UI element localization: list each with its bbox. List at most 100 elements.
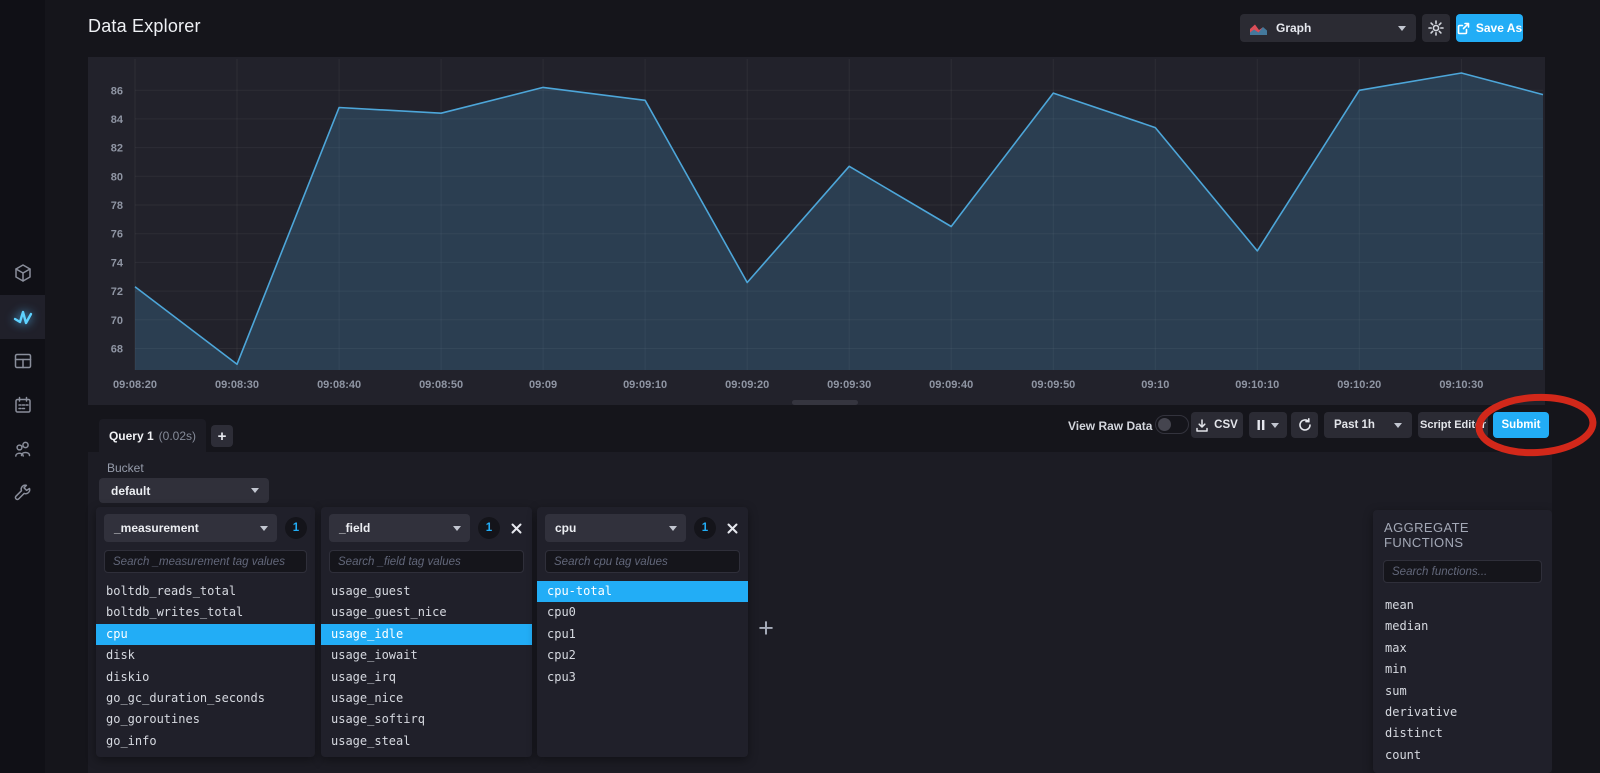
sidebar-item-data-explorer[interactable] [0,295,45,339]
wrench-icon [14,484,30,501]
svg-text:68: 68 [111,344,123,356]
tag-value-search-input[interactable] [545,550,740,573]
tag-value-boltdb_writes_total[interactable]: boltdb_writes_total [96,602,315,623]
csv-download-button[interactable]: CSV [1191,412,1243,438]
tag-key-label: cpu [555,521,577,535]
close-icon[interactable] [724,520,740,536]
function-max[interactable]: max [1383,638,1542,659]
tag-value-usage_guest_nice[interactable]: usage_guest_nice [321,602,532,623]
export-icon [1457,22,1470,34]
svg-text:09:10: 09:10 [1141,379,1169,391]
function-median[interactable]: median [1383,616,1542,637]
function-derivative[interactable]: derivative [1383,702,1542,723]
tag-value-usage_nice[interactable]: usage_nice [321,688,532,709]
svg-text:09:09:40: 09:09:40 [929,379,973,391]
function-mean[interactable]: mean [1383,595,1542,616]
selected-count-badge: 1 [694,517,716,539]
tag-value-cpu[interactable]: cpu [96,623,315,646]
tag-value-cpu2[interactable]: cpu2 [537,645,748,666]
tag-key-dropdown[interactable]: _measurement [104,514,277,542]
aggregate-functions-title: AGGREGATE FUNCTIONS [1384,520,1469,550]
function-distinct[interactable]: distinct [1383,723,1542,744]
tag-key-dropdown[interactable]: _field [329,514,470,542]
bucket-dropdown[interactable]: default [99,478,269,503]
tag-value-usage_steal[interactable]: usage_steal [321,731,532,752]
svg-text:70: 70 [111,315,123,327]
aggregate-functions-panel: AGGREGATE FUNCTIONS meanmedianmaxminsumd… [1373,510,1552,773]
dashboard-grid-icon [14,353,31,369]
tag-value-cpu1[interactable]: cpu1 [537,624,748,645]
svg-text:09:08:20: 09:08:20 [113,379,157,391]
save-as-label: Save As [1475,21,1523,35]
view-raw-data-toggle[interactable] [1155,415,1189,434]
chevron-down-icon [453,525,461,531]
aggregate-functions-list: mean median max min sum derivative distinct cou… [1383,595,1542,766]
tag-value-usage_iowait[interactable]: usage_iowait [321,645,532,666]
visualization-type-label: Graph [1276,21,1312,35]
tag-value-usage_guest[interactable]: usage_guest [321,581,532,602]
function-count[interactable]: count [1383,745,1542,766]
tag-value-diskio[interactable]: diskio [96,667,315,688]
query-tab[interactable]: Query 1 (0.02s) [99,419,206,453]
tag-value-cpu3[interactable]: cpu3 [537,667,748,688]
function-min[interactable]: min [1383,659,1542,680]
tag-value-go_goroutines[interactable]: go_goroutines [96,709,315,730]
tag-value-usage_irq[interactable]: usage_irq [321,667,532,688]
time-series-chart[interactable]: 09:08:20 09:08:30 09:08:40 09:08:50 09:09 09:… [88,57,1545,405]
tag-value-search-input[interactable] [104,550,307,573]
svg-text:84: 84 [111,114,124,126]
sidebar-item-load-data[interactable] [0,251,45,295]
panel-resize-handle[interactable] [792,400,858,405]
function-sum[interactable]: sum [1383,681,1542,702]
chevron-down-icon [1271,422,1279,428]
tag-value-search-input[interactable] [329,550,524,573]
tag-value-boltdb_reads_total[interactable]: boltdb_reads_total [96,581,315,602]
add-query-button[interactable]: + [211,425,233,447]
refresh-button[interactable] [1291,412,1318,438]
nav-sidebar [0,0,45,773]
sidebar-item-tasks[interactable] [0,383,45,427]
svg-text:78: 78 [111,200,123,212]
tag-value-go_gc_duration_seconds[interactable]: go_gc_duration_seconds [96,688,315,709]
svg-text:09:10:30: 09:10:30 [1439,379,1483,391]
sidebar-item-settings[interactable] [0,471,45,515]
tag-key-dropdown[interactable]: cpu [545,514,686,542]
visualization-type-dropdown[interactable]: Graph [1240,14,1416,42]
chevron-down-icon [251,488,259,493]
sidebar-item-organization[interactable] [0,427,45,471]
sidebar-item-dashboards[interactable] [0,339,45,383]
chevron-down-icon [1398,25,1406,31]
tag-value-list: boltdb_reads_total boltdb_writes_total cpu… [96,581,315,752]
chart-canvas[interactable]: 09:08:20 09:08:30 09:08:40 09:08:50 09:09 09:… [88,57,1545,402]
svg-text:74: 74 [111,257,124,269]
tag-value-cpu-total[interactable]: cpu-total [537,581,748,603]
svg-text:86: 86 [111,85,123,97]
aggregate-search-input[interactable] [1383,560,1542,583]
bucket-label: Bucket [107,461,144,475]
save-as-button[interactable]: Save As [1456,14,1523,42]
gear-icon [1428,20,1444,36]
bucket-value: default [111,483,151,498]
tag-value-list: cpu-total cpu0 cpu1 cpu2 cpu3 [537,581,748,688]
time-range-dropdown[interactable]: Past 1h [1324,412,1412,438]
pause-button[interactable] [1249,412,1287,438]
chevron-down-icon [260,525,268,531]
add-filter-card-button[interactable]: + [752,613,780,643]
svg-text:72: 72 [111,286,123,298]
filter-card-_field: _field 1 usage_guestusage_guest_niceusag… [321,507,532,757]
tag-value-go_info[interactable]: go_info [96,731,315,752]
tag-value-cpu0[interactable]: cpu0 [537,602,748,623]
selected-count-badge: 1 [478,517,500,539]
tag-value-usage_softirq[interactable]: usage_softirq [321,709,532,730]
svg-text:09:09:20: 09:09:20 [725,379,769,391]
submit-button[interactable]: Submit [1493,412,1549,438]
tag-value-usage_idle[interactable]: usage_idle [321,623,532,646]
script-editor-button[interactable]: Script Editor [1418,412,1488,438]
tag-value-disk[interactable]: disk [96,645,315,666]
close-icon[interactable] [508,520,524,536]
chevron-down-icon [1394,422,1402,428]
settings-gear-button[interactable] [1422,14,1450,42]
svg-text:80: 80 [111,171,123,183]
svg-text:76: 76 [111,229,123,241]
area-chart-icon [1250,24,1267,35]
